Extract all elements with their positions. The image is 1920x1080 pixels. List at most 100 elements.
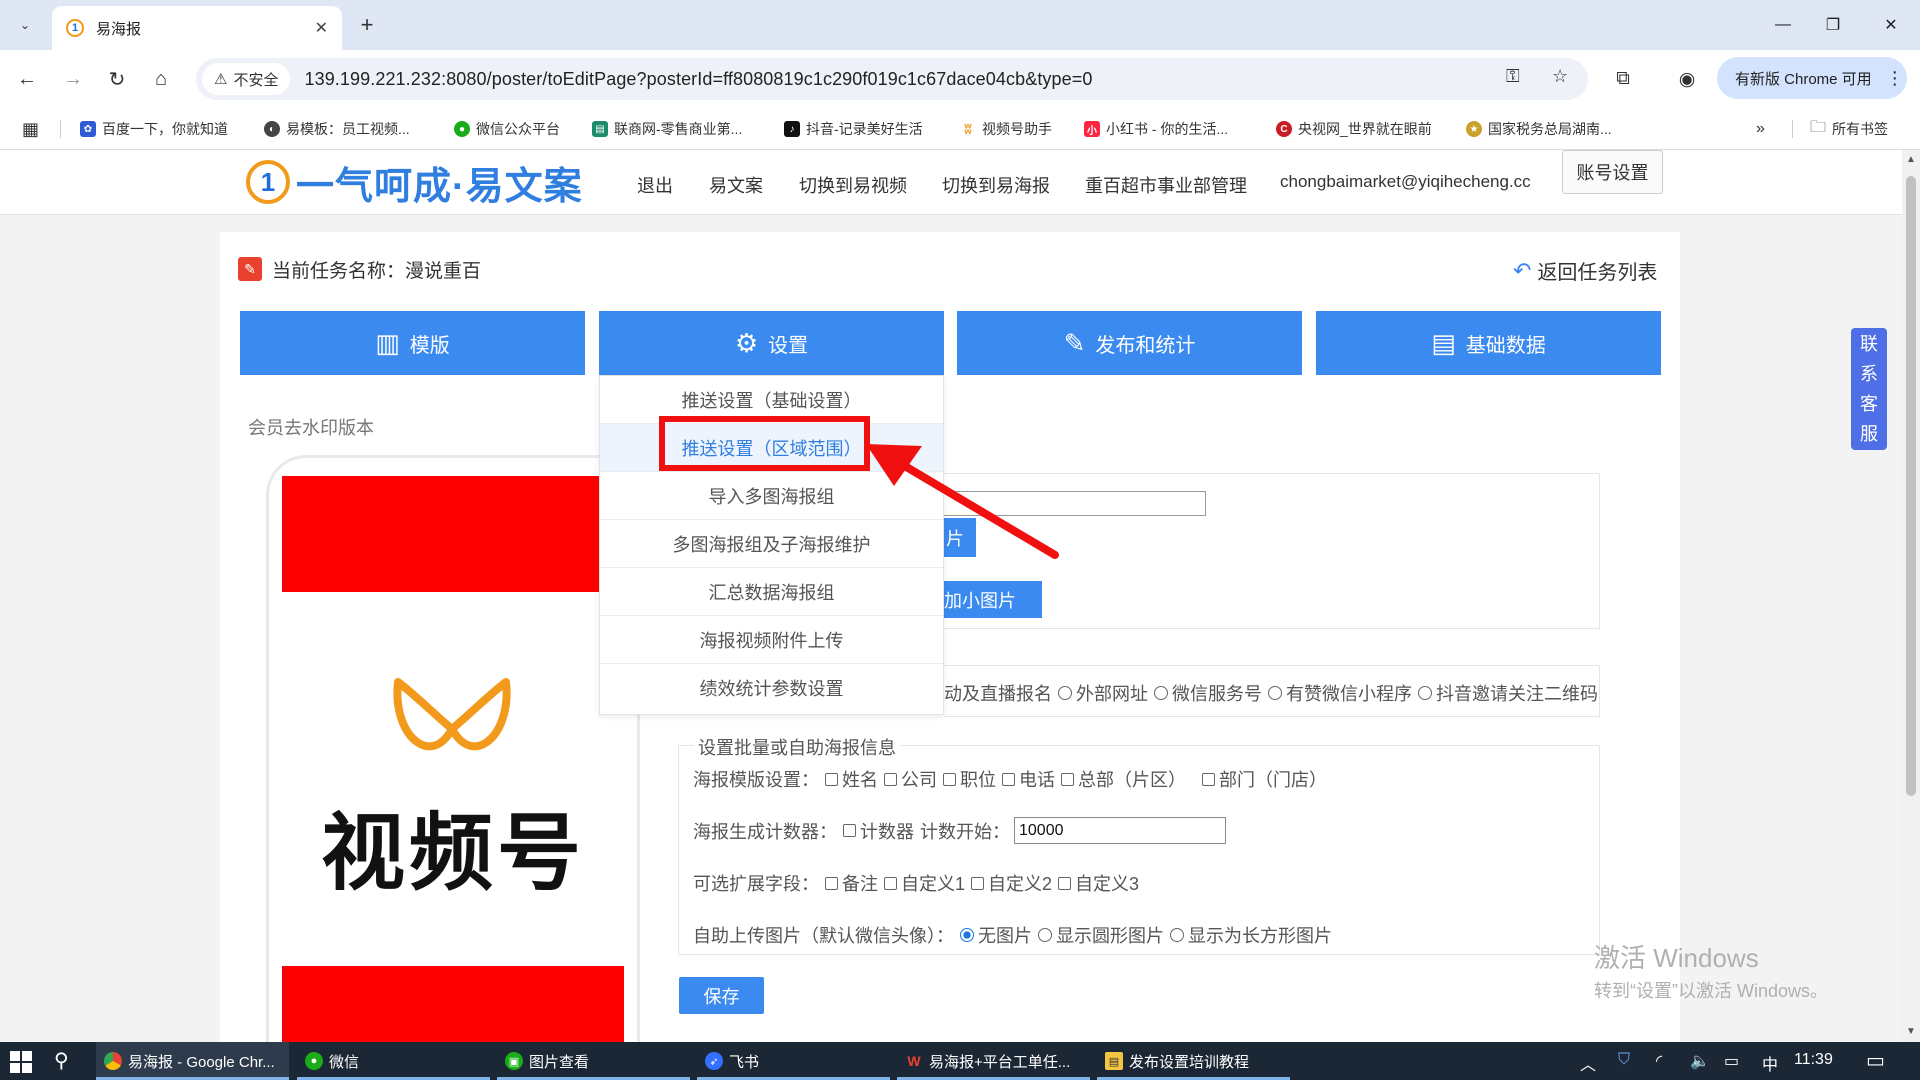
link-option-label: 动及直播报名 [944, 684, 1052, 704]
back-label: 返回任务列表 [1537, 262, 1658, 284]
tray-ime[interactable]: 中 [1762, 1051, 1778, 1075]
bookmark-item[interactable]: ✿ 百度一下，你就知道 [80, 118, 228, 140]
taskbar-training-doc[interactable]: ▤ 发布设置培训教程 [1097, 1042, 1290, 1080]
notification-icon[interactable]: ▭ [1866, 1048, 1885, 1073]
taskbar-feishu[interactable]: ➶ 飞书 [697, 1042, 890, 1080]
checkbox-dept-store[interactable] [1202, 772, 1215, 786]
tray-shield-icon[interactable]: ⛉ [1618, 1051, 1630, 1069]
nav-switch-video[interactable]: 切换到易视频 [799, 172, 907, 198]
tab-settings[interactable]: ⚙ 设置 [599, 311, 944, 375]
address-bar[interactable]: ⚠ 不安全 139.199.221.232:8080/poster/toEdit… [196, 58, 1588, 100]
forward-arrow-icon[interactable]: → [58, 64, 88, 94]
checkbox-custom3[interactable] [1058, 876, 1072, 890]
windows-start-icon[interactable] [10, 1051, 32, 1073]
poster-preview[interactable]: 视频号 [282, 476, 624, 1042]
tray-volume-icon[interactable]: 🔈 [1690, 1051, 1710, 1071]
taskbar-chrome[interactable]: 易海报 - Google Chr... [96, 1042, 289, 1080]
radio-external-url[interactable] [1058, 686, 1072, 700]
more-bookmarks-icon[interactable]: » [1756, 118, 1765, 140]
new-tab-button[interactable]: + [352, 10, 382, 40]
radio-wechat-service[interactable] [1154, 686, 1168, 700]
browser-tab-active[interactable]: 1 易海报 ✕ [52, 6, 342, 50]
radio-douyin-qrcode[interactable] [1418, 686, 1432, 700]
tray-wifi-icon[interactable]: ◜ [1656, 1051, 1662, 1071]
data-icon: ▤ [1431, 327, 1456, 358]
tab-base-data[interactable]: ▤ 基础数据 [1316, 311, 1661, 375]
radio-youzan-miniprogram[interactable] [1268, 686, 1282, 700]
bookmark-item[interactable]: C 央视网_世界就在眼前 [1276, 118, 1432, 140]
scroll-up-icon[interactable]: ▲ [1906, 154, 1916, 165]
extensions-icon[interactable]: ⧉ [1608, 64, 1638, 94]
bookmark-item[interactable]: ▤ 联商网-零售商业第... [592, 118, 742, 140]
nav-switch-poster[interactable]: 切换到易海报 [942, 172, 1050, 198]
tab-close-icon[interactable]: ✕ [315, 18, 328, 38]
apps-grid-icon[interactable]: ▦ [22, 118, 39, 140]
nav-yiwenan[interactable]: 易文案 [709, 172, 763, 198]
add-small-image-button[interactable]: 加小图片 [944, 581, 1042, 618]
taskbar-image-viewer[interactable]: ▣ 图片查看 [497, 1042, 690, 1080]
tray-clock[interactable]: 11:39 [1794, 1051, 1833, 1069]
bookmark-item[interactable]: 小 小红书 - 你的生活... [1084, 118, 1228, 140]
bookmark-star-icon[interactable]: ☆ [1552, 66, 1568, 87]
nav-logout[interactable]: 退出 [637, 172, 673, 198]
security-chip[interactable]: ⚠ 不安全 [202, 63, 291, 95]
checkbox-position[interactable] [943, 772, 956, 786]
profile-icon[interactable]: ◉ [1672, 64, 1702, 94]
checkbox-counter[interactable] [843, 824, 856, 837]
scroll-down-icon[interactable]: ▼ [1906, 1026, 1916, 1037]
tab-search-button[interactable]: ⌄ [10, 10, 40, 40]
bookmark-item[interactable]: ★ 国家税务总局湖南... [1466, 118, 1612, 140]
taskbar-poster-tickets[interactable]: W 易海报+平台工单任... [897, 1042, 1090, 1080]
minimize-icon[interactable]: — [1760, 10, 1806, 40]
checkbox-custom2[interactable] [971, 876, 985, 890]
account-settings-button[interactable]: 账号设置 [1562, 150, 1663, 194]
page-scrollbar[interactable]: ▲ ▼ [1902, 150, 1920, 1042]
back-arrow-icon[interactable]: ← [12, 64, 42, 94]
back-to-task-list[interactable]: ↶ 返回任务列表 [1513, 256, 1657, 285]
nav-account-email[interactable]: chongbaimarket@yiqihecheng.cc [1280, 172, 1531, 192]
checkbox-name[interactable] [825, 772, 838, 786]
radio-no-image[interactable] [960, 928, 974, 942]
chrome-update-button[interactable]: 有新版 Chrome 可用 ⋮ [1717, 57, 1907, 99]
counter-start-input[interactable]: 10000 [1014, 817, 1226, 844]
checkbox-phone[interactable] [1002, 772, 1015, 786]
bookmark-item[interactable]: ● 微信公众平台 [454, 118, 560, 140]
taskbar-search-icon[interactable]: ⚲ [54, 1048, 69, 1073]
menu-video-attachment-upload[interactable]: 海报视频附件上传 [600, 616, 943, 664]
close-window-icon[interactable]: ✕ [1868, 10, 1914, 40]
tray-battery-icon[interactable]: ▭ [1724, 1051, 1739, 1071]
bookmark-item[interactable]: ◐ 易模板：员工视频... [264, 118, 410, 140]
scroll-thumb[interactable] [1906, 176, 1916, 796]
checkbox-label: 自定义1 [901, 874, 966, 894]
checkbox-label: 自定义2 [988, 874, 1053, 894]
bookmark-item[interactable]: ♪ 抖音-记录美好生活 [784, 118, 923, 140]
tab-publish-stats[interactable]: ✎ 发布和统计 [957, 311, 1302, 375]
checkbox-hq-region[interactable] [1061, 772, 1074, 786]
contact-support-button[interactable]: 联 系 客 服 [1851, 328, 1887, 450]
password-key-icon[interactable]: ⚿ [1506, 66, 1520, 87]
all-bookmarks[interactable]: 🗀 所有书签 [1810, 118, 1888, 140]
menu-performance-params[interactable]: 绩效统计参数设置 [600, 664, 943, 712]
taskbar-wechat[interactable]: ● 微信 [297, 1042, 490, 1080]
tab-label: 模版 [409, 334, 450, 357]
tab-template[interactable]: ▥ 模版 [240, 311, 585, 375]
url-text[interactable]: 139.199.221.232:8080/poster/toEditPage?p… [304, 69, 1092, 90]
checkbox-company[interactable] [884, 772, 897, 786]
nav-division-admin[interactable]: 重百超市事业部管理 [1085, 172, 1247, 198]
bookmark-item[interactable]: ʬ 视频号助手 [960, 118, 1052, 140]
more-menu-icon[interactable]: ⋮ [1886, 68, 1904, 89]
radio-rect-image[interactable] [1170, 928, 1184, 942]
checkbox-remark[interactable] [825, 876, 838, 890]
edit-icon: ✎ [1063, 327, 1086, 358]
checkbox-custom1[interactable] [884, 876, 897, 890]
save-button[interactable]: 保存 [679, 977, 764, 1014]
restore-icon[interactable]: ❐ [1810, 10, 1856, 40]
tray-chevron-icon[interactable]: ︿ [1580, 1051, 1596, 1075]
home-icon[interactable]: ⌂ [146, 64, 176, 94]
taskbar-item-label: 图片查看 [529, 1053, 590, 1071]
gear-icon: ⚙ [734, 327, 759, 358]
site-logo[interactable]: 1 一气呵成·易文案 [246, 154, 583, 210]
reload-icon[interactable]: ↻ [102, 64, 132, 94]
radio-circle-image[interactable] [1038, 928, 1052, 942]
menu-summary-poster-group[interactable]: 汇总数据海报组 [600, 568, 943, 616]
